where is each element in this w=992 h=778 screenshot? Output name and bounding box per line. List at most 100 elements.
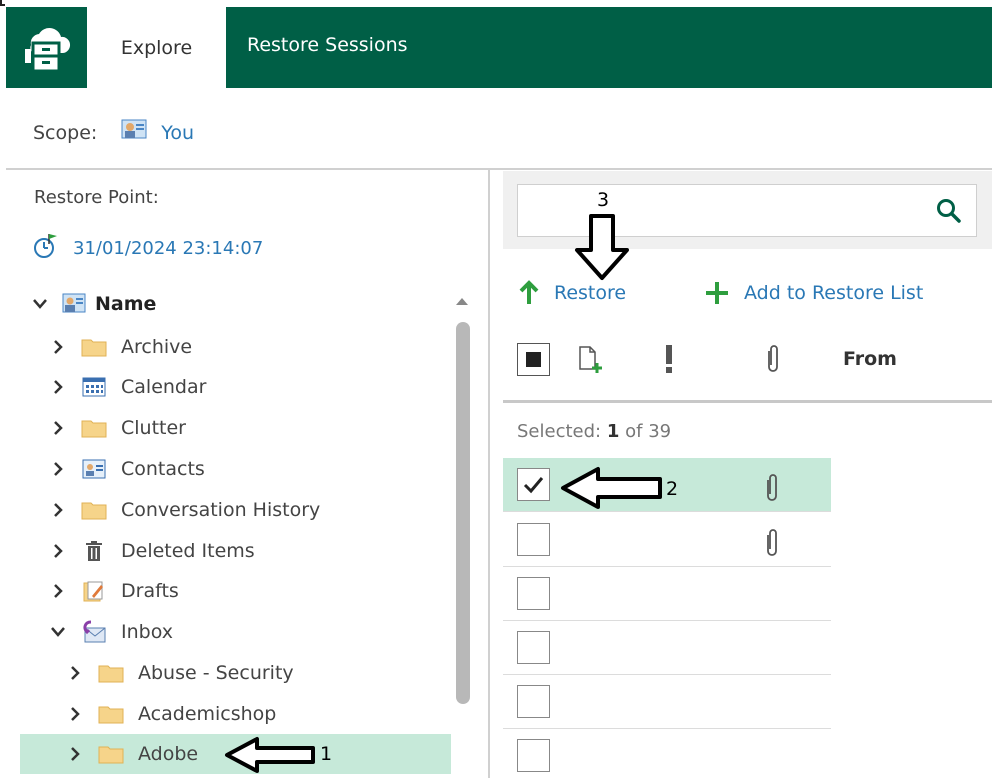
message-row[interactable] bbox=[503, 675, 831, 729]
selection-prefix: Selected: bbox=[517, 421, 602, 442]
inbox-icon bbox=[81, 620, 107, 643]
selection-total: 39 bbox=[648, 421, 672, 442]
mailbox-user-icon bbox=[61, 293, 87, 315]
tree-item-label: Archive bbox=[121, 336, 193, 358]
scrollbar-thumb[interactable] bbox=[456, 322, 470, 704]
header-separator bbox=[503, 400, 992, 403]
calendar-icon bbox=[81, 376, 107, 398]
search-icon[interactable] bbox=[936, 198, 962, 224]
tree-item-drafts[interactable]: Drafts bbox=[51, 571, 179, 611]
tab-restore-sessions[interactable]: Restore Sessions bbox=[247, 34, 408, 56]
new-item-icon[interactable] bbox=[577, 345, 605, 375]
selection-count-value: 1 bbox=[606, 421, 620, 442]
annotation-arrow-left-icon bbox=[561, 467, 662, 509]
annotation-label-2: 2 bbox=[666, 478, 679, 500]
add-to-restore-list-label: Add to Restore List bbox=[744, 282, 924, 304]
row-checkbox[interactable] bbox=[517, 631, 550, 664]
app-logo-icon[interactable] bbox=[6, 7, 87, 88]
tree-item-calendar[interactable]: Calendar bbox=[51, 367, 206, 407]
scope-value[interactable]: You bbox=[161, 122, 194, 144]
annotation-label-3: 3 bbox=[597, 189, 610, 211]
importance-icon[interactable] bbox=[663, 344, 675, 374]
restore-point-value: 31/01/2024 23:14:07 bbox=[73, 238, 264, 259]
tree-item-clutter[interactable]: Clutter bbox=[51, 408, 186, 448]
attachment-icon bbox=[767, 474, 777, 501]
arrow-up-icon bbox=[518, 280, 540, 306]
corner-mark bbox=[0, 0, 5, 6]
tree-item-label: Calendar bbox=[121, 376, 207, 398]
annotation-arrow-left-icon bbox=[225, 737, 315, 773]
tree-root-label: Name bbox=[95, 293, 157, 315]
tree-item-contacts[interactable]: Contacts bbox=[51, 449, 205, 489]
column-from[interactable]: From bbox=[843, 348, 897, 370]
drafts-icon bbox=[81, 580, 107, 602]
tree-item-archive[interactable]: Archive bbox=[51, 327, 192, 367]
tree-item-conversation-history[interactable]: Conversation History bbox=[51, 490, 320, 530]
folder-icon bbox=[98, 662, 124, 684]
divider-vertical bbox=[488, 170, 490, 778]
tree-item-label: Clutter bbox=[121, 417, 186, 439]
chevron-down-icon[interactable] bbox=[51, 625, 65, 639]
scope-label: Scope: bbox=[33, 121, 98, 144]
restore-point-icon bbox=[33, 232, 59, 265]
chevron-right-icon[interactable] bbox=[68, 707, 82, 721]
add-to-restore-list-button[interactable]: Add to Restore List bbox=[704, 280, 923, 306]
tree-item-label: Inbox bbox=[121, 621, 173, 643]
row-checkbox[interactable] bbox=[517, 739, 550, 772]
scroll-up-arrow-icon[interactable] bbox=[456, 298, 468, 305]
chevron-right-icon[interactable] bbox=[51, 584, 65, 598]
tree-item-label: Drafts bbox=[121, 580, 179, 602]
tree-item-label: Adobe bbox=[138, 743, 199, 765]
folder-icon bbox=[98, 703, 124, 725]
attachment-icon bbox=[767, 529, 777, 556]
tab-explore[interactable]: Explore bbox=[87, 7, 226, 88]
restore-label: Restore bbox=[554, 282, 627, 304]
message-row[interactable] bbox=[503, 567, 831, 621]
chevron-down-icon[interactable] bbox=[33, 297, 47, 311]
folder-icon bbox=[81, 336, 107, 358]
row-checkbox[interactable] bbox=[517, 685, 550, 718]
folder-icon bbox=[81, 499, 107, 521]
tree-item-label: Abuse - Security bbox=[138, 662, 294, 684]
tree-item-inbox[interactable]: Inbox bbox=[51, 612, 173, 652]
divider-horizontal bbox=[6, 168, 992, 170]
attachment-icon[interactable] bbox=[764, 343, 782, 375]
tree-item-label: Academicshop bbox=[138, 703, 277, 725]
chevron-right-icon[interactable] bbox=[51, 462, 65, 476]
tree-item-academicshop[interactable]: Academicshop bbox=[68, 694, 276, 734]
row-checkbox[interactable] bbox=[517, 577, 550, 610]
chevron-right-icon[interactable] bbox=[51, 544, 65, 558]
message-row[interactable] bbox=[503, 621, 831, 675]
tree-item-label: Contacts bbox=[121, 458, 205, 480]
annotation-label-1: 1 bbox=[320, 743, 333, 765]
chevron-right-icon[interactable] bbox=[51, 340, 65, 354]
plus-icon bbox=[704, 280, 730, 306]
chevron-right-icon[interactable] bbox=[51, 503, 65, 517]
folder-icon bbox=[98, 743, 124, 765]
chevron-right-icon[interactable] bbox=[51, 380, 65, 394]
restore-button[interactable]: Restore bbox=[518, 280, 626, 306]
message-row[interactable] bbox=[503, 513, 831, 567]
select-all-checkbox[interactable] bbox=[517, 343, 550, 376]
tree-item-deleted-items[interactable]: Deleted Items bbox=[51, 531, 255, 571]
top-nav: Explore Restore Sessions bbox=[6, 7, 992, 88]
chevron-right-icon[interactable] bbox=[68, 666, 82, 680]
chevron-right-icon[interactable] bbox=[51, 421, 65, 435]
selection-of: of bbox=[625, 421, 643, 442]
tree-item-label: Conversation History bbox=[121, 499, 321, 521]
restore-point-label: Restore Point: bbox=[34, 187, 159, 208]
tree-item-abuse-security[interactable]: Abuse - Security bbox=[68, 653, 294, 693]
message-row[interactable] bbox=[503, 729, 831, 778]
row-checkbox[interactable] bbox=[517, 468, 550, 501]
scope-bar: Scope: You bbox=[33, 118, 194, 147]
chevron-right-icon[interactable] bbox=[68, 747, 82, 761]
trash-icon bbox=[81, 540, 107, 562]
contacts-icon bbox=[81, 458, 107, 480]
user-icon bbox=[121, 118, 147, 147]
folder-icon bbox=[81, 417, 107, 439]
selection-count: Selected: 1 of 39 bbox=[517, 421, 671, 442]
row-checkbox[interactable] bbox=[517, 523, 550, 556]
restore-point-selector[interactable]: 31/01/2024 23:14:07 bbox=[33, 232, 263, 265]
tree-root[interactable]: Name bbox=[33, 284, 156, 324]
tree-item-label: Deleted Items bbox=[121, 540, 255, 562]
